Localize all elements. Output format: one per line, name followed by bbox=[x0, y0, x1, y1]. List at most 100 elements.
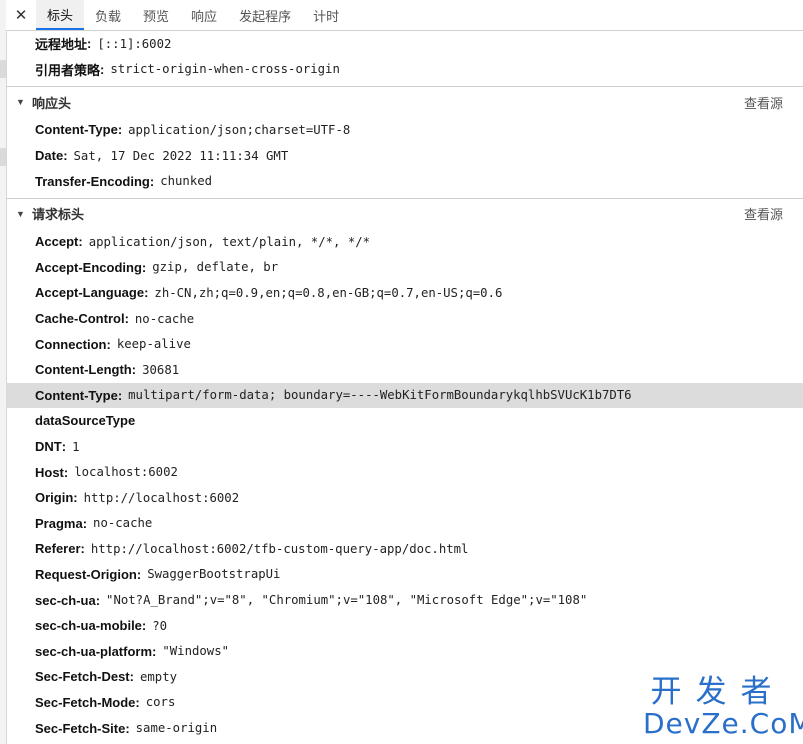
header-name: sec-ch-ua-mobile bbox=[35, 618, 142, 634]
request-headers-section-header[interactable]: ▼ 请求标头 查看源 bbox=[6, 197, 803, 229]
header-value[interactable]: [::1]:6002 bbox=[97, 37, 171, 51]
header-name: Accept-Encoding bbox=[35, 259, 142, 275]
header-separator: : bbox=[141, 259, 147, 275]
header-row[interactable]: dataSourceType: bbox=[6, 408, 803, 434]
header-row[interactable]: Content-Type: application/json;charset=UT… bbox=[6, 117, 803, 143]
header-row[interactable]: 引用者策略: strict-origin-when-cross-origin bbox=[6, 57, 803, 83]
header-value[interactable]: "Not?A_Brand";v="8", "Chromium";v="108",… bbox=[106, 593, 587, 607]
header-separator: : bbox=[63, 464, 69, 480]
triangle-down-icon[interactable]: ▼ bbox=[16, 209, 32, 219]
header-value[interactable]: http://localhost:6002/tfb-custom-query-a… bbox=[91, 542, 469, 556]
header-value[interactable]: same-origin bbox=[136, 721, 217, 735]
header-name: DNT bbox=[35, 439, 62, 455]
header-value[interactable]: empty bbox=[140, 670, 177, 684]
header-row[interactable]: Transfer-Encoding: chunked bbox=[6, 168, 803, 194]
header-separator: : bbox=[82, 515, 88, 531]
header-value[interactable]: no-cache bbox=[135, 312, 194, 326]
header-name: dataSourceType bbox=[35, 413, 136, 429]
header-name: Request-Origion bbox=[35, 566, 137, 582]
header-name: 远程地址 bbox=[35, 37, 88, 53]
tab-payload[interactable]: 负载 bbox=[84, 0, 132, 30]
header-row[interactable]: DNT:1 bbox=[6, 434, 803, 460]
header-separator: : bbox=[63, 148, 68, 164]
header-separator: : bbox=[152, 643, 157, 659]
triangle-down-icon[interactable]: ▼ bbox=[16, 97, 32, 107]
header-row[interactable]: Content-Type: multipart/form-data; bounda… bbox=[6, 382, 803, 409]
section-title: 请求标头 bbox=[32, 207, 85, 223]
header-separator: : bbox=[124, 311, 129, 327]
header-separator: : bbox=[80, 541, 85, 557]
header-separator: : bbox=[141, 618, 147, 634]
tab-timing[interactable]: 计时 bbox=[302, 0, 350, 30]
header-name: Content-Type bbox=[35, 387, 118, 403]
header-name: Sec-Fetch-Dest bbox=[35, 669, 130, 685]
header-row[interactable]: Pragma: no-cache bbox=[6, 511, 803, 537]
response-headers-section-header[interactable]: ▼ 响应头 查看源 bbox=[6, 86, 803, 117]
header-row[interactable]: Accept-Encoding: gzip, deflate, br bbox=[6, 255, 803, 281]
header-row[interactable]: Cache-Control: no-cache bbox=[6, 306, 803, 332]
header-name: Referer bbox=[35, 541, 81, 557]
tab-headers[interactable]: 标头 bbox=[36, 0, 85, 30]
tab-response[interactable]: 响应 bbox=[180, 0, 228, 30]
header-row[interactable]: Content-Length:30681 bbox=[6, 357, 803, 383]
header-name: Cache-Control bbox=[35, 311, 125, 327]
tab-preview[interactable]: 预览 bbox=[132, 0, 180, 30]
header-value[interactable]: SwaggerBootstrapUi bbox=[147, 567, 280, 581]
header-value[interactable]: localhost:6002 bbox=[74, 465, 178, 479]
header-name: Pragma bbox=[35, 515, 83, 531]
header-name: Transfer-Encoding bbox=[35, 173, 150, 189]
watermark-top: 开发者 bbox=[650, 674, 786, 710]
tab-initiator[interactable]: 发起程序 bbox=[228, 0, 302, 30]
header-value[interactable]: 30681 bbox=[142, 363, 179, 377]
view-source-link[interactable]: 查看源 bbox=[744, 204, 783, 223]
header-row[interactable]: Request-Origion: SwaggerBootstrapUi bbox=[6, 562, 803, 588]
header-separator: : bbox=[136, 566, 142, 582]
header-separator: : bbox=[129, 669, 134, 685]
header-separator: : bbox=[61, 439, 67, 455]
header-row[interactable]: Referer: http://localhost:6002/tfb-custom… bbox=[6, 536, 803, 562]
header-name: sec-ch-ua-platform bbox=[35, 643, 153, 659]
header-value[interactable]: cors bbox=[146, 695, 176, 709]
header-value[interactable]: gzip, deflate, br bbox=[152, 260, 278, 274]
header-row[interactable]: Date: Sat, 17 Dec 2022 11:11:34 GMT bbox=[6, 143, 803, 169]
header-name: 引用者策略 bbox=[35, 62, 101, 78]
view-source-link[interactable]: 查看源 bbox=[744, 93, 783, 112]
header-row[interactable]: Origin: http://localhost:6002 bbox=[6, 485, 803, 511]
header-value[interactable]: ?0 bbox=[152, 619, 167, 633]
close-icon[interactable]: ✕ bbox=[6, 0, 36, 30]
header-row[interactable]: sec-ch-ua-platform: "Windows" bbox=[6, 638, 803, 664]
header-separator: : bbox=[95, 592, 101, 608]
general-section: 远程地址: [::1]:6002 引用者策略: strict-origin-when-… bbox=[6, 31, 803, 82]
header-separator: : bbox=[125, 720, 130, 736]
header-separator: : bbox=[73, 490, 78, 506]
header-value[interactable]: strict-origin-when-cross-origin bbox=[110, 62, 340, 76]
header-value[interactable]: multipart/form-data; boundary=----WebKit… bbox=[128, 388, 631, 402]
header-row[interactable]: Host: localhost:6002 bbox=[6, 459, 803, 485]
header-value[interactable]: 1 bbox=[72, 440, 79, 454]
header-row[interactable]: sec-ch-ua: "Not?A_Brand";v="8", "Chromium… bbox=[6, 587, 803, 613]
header-value[interactable]: http://localhost:6002 bbox=[84, 491, 239, 505]
header-name: Date bbox=[35, 148, 64, 164]
header-value[interactable]: keep-alive bbox=[117, 337, 191, 351]
header-value[interactable]: Sat, 17 Dec 2022 11:11:34 GMT bbox=[74, 149, 289, 163]
watermark-bottom: DevZe.CoM bbox=[643, 707, 803, 740]
header-value[interactable]: chunked bbox=[160, 174, 212, 188]
header-value[interactable]: "Windows" bbox=[162, 644, 229, 658]
header-name: sec-ch-ua bbox=[35, 592, 96, 608]
header-value[interactable]: application/json, text/plain, */*, */* bbox=[89, 235, 370, 249]
header-separator: : bbox=[149, 173, 155, 189]
header-value[interactable]: application/json;charset=UTF-8 bbox=[128, 123, 350, 137]
header-value[interactable]: zh-CN,zh;q=0.9,en;q=0.8,en-GB;q=0.7,en-U… bbox=[154, 286, 502, 300]
header-row[interactable]: Connection: keep-alive bbox=[6, 331, 803, 357]
header-row[interactable]: Accept: application/json, text/plain, */*… bbox=[6, 229, 803, 255]
header-name: Accept-Language bbox=[35, 285, 145, 301]
header-name: Origin bbox=[35, 490, 74, 506]
header-name: Content-Length bbox=[35, 362, 132, 378]
header-separator: : bbox=[100, 61, 105, 77]
header-row[interactable]: sec-ch-ua-mobile: ?0 bbox=[6, 613, 803, 639]
header-row[interactable]: Accept-Language: zh-CN,zh;q=0.9,en;q=0.8,… bbox=[6, 280, 803, 306]
request-headers-list: Accept: application/json, text/plain, */*… bbox=[6, 229, 803, 741]
header-separator: : bbox=[106, 336, 111, 352]
header-row[interactable]: 远程地址: [::1]:6002 bbox=[6, 31, 803, 57]
header-value[interactable]: no-cache bbox=[93, 516, 152, 530]
